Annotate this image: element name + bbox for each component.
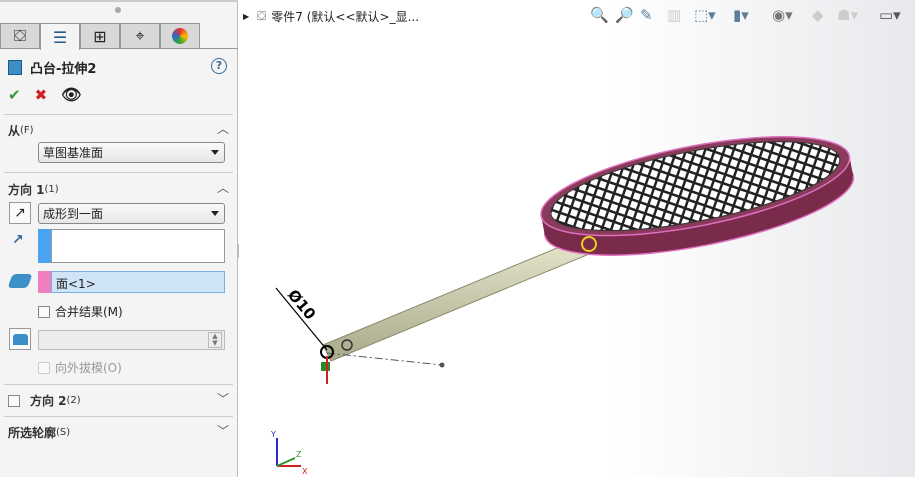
from-label: 从 [8, 124, 21, 138]
selected-contours-shortcut: (S) [56, 427, 71, 438]
selected-contours-label: 所选轮廓 [8, 426, 57, 440]
triad-x-label: X [302, 467, 308, 476]
face-color-swatch [38, 271, 51, 293]
end-condition-value: 成形到一面 [43, 207, 104, 221]
sketch-origin-icon [321, 356, 330, 384]
triad-y-label: Y [270, 430, 276, 439]
triad-z-label: Z [296, 450, 302, 459]
feature-title: 凸台-拉伸2 [30, 62, 97, 77]
face-selection-icon [7, 274, 33, 288]
direction-color-swatch [38, 229, 51, 263]
direction2-section-header[interactable]: 方向 2 (2) [8, 392, 81, 409]
tab-configuration-manager[interactable]: ⊞ [80, 23, 120, 49]
racket-handle[interactable] [322, 235, 595, 362]
direction-arrow-icon: ↗ [12, 232, 24, 248]
centerline [326, 352, 443, 366]
merge-result-checkbox[interactable]: 合并结果(M) [38, 303, 123, 320]
draft-button[interactable] [9, 328, 31, 350]
divider [0, 0, 238, 2]
tab-display-manager[interactable] [160, 23, 200, 49]
part-icon: ⛋ [13, 26, 27, 45]
merge-result-label: 合并结果(M) [55, 305, 123, 319]
direction1-shortcut: (1) [44, 184, 59, 195]
draft-outward-label: 向外拔模(O) [55, 361, 122, 375]
divider [4, 384, 233, 385]
tab-feature-manager[interactable]: ⛋ [0, 23, 40, 49]
end-condition-select[interactable]: 成形到一面 [38, 203, 225, 224]
panel-grip[interactable] [115, 7, 121, 13]
divider [4, 416, 233, 417]
spinner-icon[interactable]: ▲ ▼ [208, 332, 222, 348]
direction2-label: 方向 2 [30, 394, 67, 408]
dropdown-arrow-icon [211, 150, 219, 155]
extrude-icon [8, 60, 22, 75]
cancel-button[interactable]: ✖ [35, 86, 48, 104]
manager-tabs: ⛋ ☰ ⊞ ⌖ [0, 23, 238, 50]
tab-property-manager[interactable]: ☰ [40, 23, 80, 50]
direction2-checkbox[interactable] [8, 394, 20, 407]
face-selection-field[interactable]: 面<1> [51, 271, 225, 293]
divider [4, 172, 233, 173]
checkbox[interactable] [38, 305, 50, 318]
draft-angle-field[interactable]: ▲ ▼ [38, 330, 225, 350]
divider [4, 114, 233, 115]
draft-outward-checkbox[interactable]: 向外拔模(O) [38, 359, 122, 376]
graphics-area[interactable]: ▶ ⛋ 零件7 (默认<<默认>_显... 🔍 🔎 ✎ ▥ ⬚▾ ▮▾ ◉▾ ◆… [239, 0, 915, 477]
tab-dimxpert-manager[interactable]: ⌖ [120, 23, 160, 49]
help-button[interactable]: ? [211, 58, 227, 74]
property-list-icon: ☰ [52, 27, 68, 47]
dropdown-arrow-icon [211, 211, 219, 216]
feature-header: 凸台-拉伸2 [8, 58, 96, 77]
from-shortcut: (F) [20, 125, 34, 136]
config-tree-icon: ⊞ [93, 26, 107, 46]
collapse-chevron-icon[interactable]: ︿ [217, 179, 229, 196]
racket-head[interactable] [534, 117, 861, 275]
from-value: 草图基准面 [43, 146, 104, 160]
draft-icon [13, 334, 28, 345]
color-wheel-icon [172, 28, 188, 44]
from-select[interactable]: 草图基准面 [38, 142, 225, 163]
ok-button[interactable]: ✔ [8, 86, 21, 104]
direction2-shortcut: (2) [66, 395, 81, 406]
expand-chevron-icon[interactable]: ﹀ [217, 390, 229, 407]
direction-vector-field[interactable] [51, 229, 225, 263]
property-manager: ⛋ ☰ ⊞ ⌖ 凸台-拉伸2 ? ✔ ✖ 👁 从 (F) ︿ 草图基准面 方向 1… [0, 0, 238, 477]
direction1-section-header[interactable]: 方向 1 (1) [8, 181, 59, 198]
model-view: Ø10 Y X Z [270, 117, 861, 476]
reverse-direction-button[interactable]: ↗ [9, 202, 31, 224]
expand-chevron-icon[interactable]: ﹀ [217, 422, 229, 439]
reference-triad: Y X Z [270, 430, 308, 476]
crosshair-icon: ⌖ [135, 26, 145, 45]
preview-eye-button[interactable]: 👁 [61, 85, 81, 104]
from-section-header[interactable]: 从 (F) [8, 122, 34, 139]
checkbox[interactable] [38, 361, 50, 374]
selected-contours-section-header[interactable]: 所选轮廓 (S) [8, 424, 70, 441]
collapse-chevron-icon[interactable]: ︿ [217, 120, 229, 137]
direction1-label: 方向 1 [8, 183, 45, 197]
